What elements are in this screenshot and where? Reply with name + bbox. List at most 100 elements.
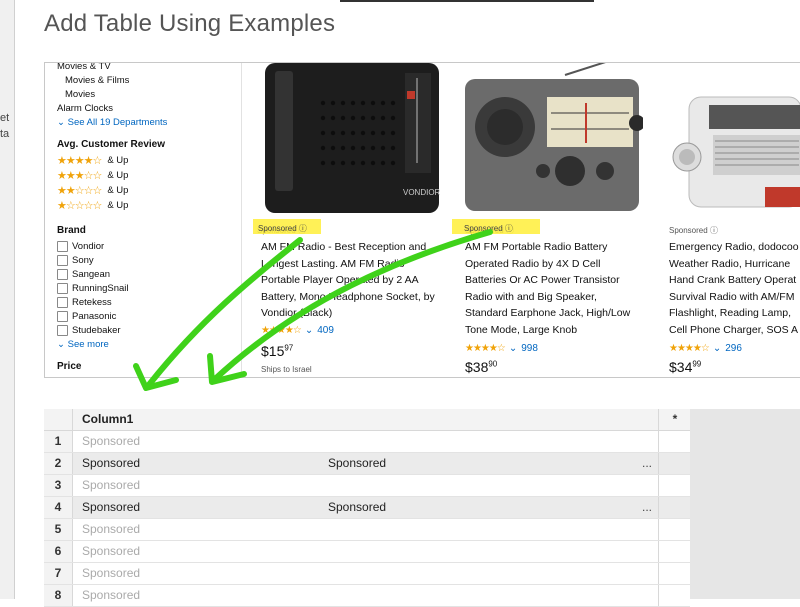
star-rating-icon: ★★★★☆ [57, 155, 102, 167]
info-icon: ⓘ [709, 226, 718, 235]
column-header[interactable]: Column1 [82, 409, 133, 430]
product-card[interactable]: Sponsored ⓘ Emergency Radio, dodocoo Wea… [661, 63, 800, 377]
sponsored-label: Sponsored ⓘ [669, 226, 718, 235]
background-text-fragment: et [0, 112, 10, 124]
product-rating[interactable]: ★★★★☆ ⌄ 998 [465, 343, 538, 354]
top-edge-bar [340, 0, 594, 2]
dept-item[interactable]: Movies [65, 89, 95, 100]
product-price: $1597 [261, 343, 294, 359]
star-rating-icon: ★★☆☆☆ [57, 185, 102, 197]
review-filter-1[interactable]: ★☆☆☆☆ & Up [57, 199, 128, 212]
chevron-down-icon: ⌄ [304, 325, 314, 336]
review-filter-3[interactable]: ★★★☆☆ & Up [57, 169, 128, 182]
row-number: 8 [44, 585, 73, 606]
brand-filter[interactable]: Retekess [57, 297, 112, 308]
dept-item[interactable]: Alarm Clocks [57, 103, 113, 114]
star-rating-icon: ★★★★☆ [465, 343, 506, 354]
table-row[interactable]: 7 Sponsored [44, 563, 690, 585]
table-cell-column1[interactable]: Sponsored [82, 541, 652, 562]
row-number: 3 [44, 475, 73, 496]
checkbox[interactable] [57, 283, 68, 294]
row-context-value: Sponsored [328, 456, 387, 470]
table-cell-column1[interactable]: Sponsored [82, 519, 652, 540]
brand-filter[interactable]: Studebaker [57, 325, 121, 336]
more-options-icon[interactable]: ... [642, 497, 652, 518]
table-header-row: Column1 * [44, 409, 690, 431]
brand-filter[interactable]: Panasonic [57, 311, 116, 322]
svg-text:VONDIOR: VONDIOR [403, 188, 441, 197]
radio-image-icon: VONDIOR [265, 63, 441, 213]
star-rating-icon: ★★★★☆ [669, 343, 710, 354]
table-cell-column1[interactable]: Sponsored [82, 475, 652, 496]
star-rating-icon: ★☆☆☆☆ [57, 200, 102, 212]
empty-add-column-cell [658, 541, 691, 562]
table-cell-column1[interactable]: Sponsored [82, 563, 652, 584]
row-number: 6 [44, 541, 73, 562]
brand-filter[interactable]: RunningSnail [57, 283, 129, 294]
checkbox[interactable] [57, 269, 68, 280]
see-more-brands-link[interactable]: ⌄ See more [57, 339, 109, 350]
background-text-fragment: ta [0, 128, 10, 140]
product-title-link[interactable]: Emergency Radio, dodocoo Weather Radio, … [669, 239, 799, 338]
product-rating[interactable]: ★★★★☆ ⌄ 296 [669, 343, 742, 354]
brand-filter[interactable]: Sony [57, 255, 94, 266]
chevron-down-icon: ⌄ [57, 339, 65, 350]
empty-add-column-cell [658, 585, 691, 606]
product-title-link[interactable]: AM FM Radio - Best Reception and Longest… [261, 239, 435, 322]
table-cell-column1[interactable]: Sponsored [82, 431, 652, 452]
empty-add-column-cell [658, 475, 691, 496]
empty-canvas-area [690, 409, 800, 599]
row-number: 2 [44, 453, 73, 474]
checkbox[interactable] [57, 241, 68, 252]
filter-sidebar: Movies & TV Movies & Films Movies Alarm … [45, 63, 242, 377]
row-number: 7 [44, 563, 73, 584]
chevron-down-icon: ⌄ [712, 343, 722, 354]
radio-image-icon [672, 96, 800, 208]
table-row[interactable]: 5 Sponsored [44, 519, 690, 541]
row-number: 5 [44, 519, 73, 540]
row-context-value: Sponsored [328, 500, 387, 514]
product-rating[interactable]: ★★★★☆ ⌄ 409 [261, 325, 334, 336]
table-row[interactable]: 3 Sponsored [44, 475, 690, 497]
empty-add-column-cell [658, 497, 691, 518]
review-heading: Avg. Customer Review [57, 139, 165, 150]
see-all-departments-link[interactable]: ⌄ See All 19 Departments [57, 117, 167, 128]
more-options-icon[interactable]: ... [642, 453, 652, 474]
table-row[interactable]: 6 Sponsored [44, 541, 690, 563]
chevron-down-icon: ⌄ [57, 117, 65, 128]
row-number: 1 [44, 431, 73, 452]
empty-add-column-cell [658, 431, 691, 452]
table-row[interactable]: 2 Sponsored Sponsored... [44, 453, 690, 475]
product-price: $3499 [669, 359, 702, 375]
product-title-link[interactable]: AM FM Portable Radio Battery Operated Ra… [465, 239, 630, 338]
web-page-preview: Movies & TV Movies & Films Movies Alarm … [44, 62, 800, 378]
checkbox[interactable] [57, 255, 68, 266]
dept-item[interactable]: Movies & TV [57, 63, 111, 72]
add-column-button[interactable]: * [658, 409, 691, 430]
dept-item[interactable]: Movies & Films [65, 75, 129, 86]
checkbox[interactable] [57, 325, 68, 336]
empty-add-column-cell [658, 519, 691, 540]
review-filter-2[interactable]: ★★☆☆☆ & Up [57, 184, 128, 197]
product-image[interactable] [465, 63, 643, 213]
brand-filter[interactable]: Vondior [57, 241, 104, 252]
row-number: 4 [44, 497, 73, 518]
corner-cell [44, 409, 73, 430]
checkbox[interactable] [57, 311, 68, 322]
product-price: $3890 [465, 359, 498, 375]
brand-filter[interactable]: Sangean [57, 269, 110, 280]
product-image[interactable] [669, 83, 800, 213]
sponsored-label-overlay: Sponsored ⓘ [258, 224, 307, 233]
table-row[interactable]: 1 Sponsored [44, 431, 690, 453]
radio-image-icon [465, 63, 643, 211]
table-row[interactable]: 4 Sponsored Sponsored... [44, 497, 690, 519]
price-heading: Price [57, 361, 82, 372]
product-image[interactable]: VONDIOR [253, 63, 443, 213]
dialog-title: Add Table Using Examples [44, 10, 336, 37]
table-cell-column1[interactable]: Sponsored [82, 585, 652, 606]
brand-heading: Brand [57, 225, 86, 236]
chevron-down-icon: ⌄ [508, 343, 518, 354]
checkbox[interactable] [57, 297, 68, 308]
table-row[interactable]: 8 Sponsored [44, 585, 690, 607]
review-filter-4[interactable]: ★★★★☆ & Up [57, 154, 128, 167]
